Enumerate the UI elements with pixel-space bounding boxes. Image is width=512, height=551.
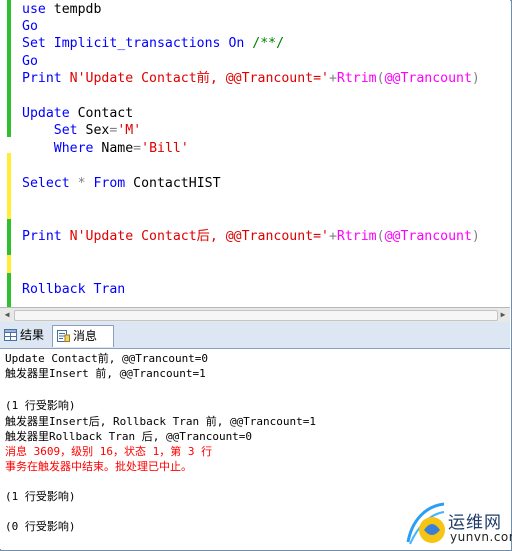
code-token: Go — [22, 54, 38, 69]
code-line[interactable]: Rollback Tran — [22, 281, 125, 298]
code-token: Rtrim — [336, 71, 377, 86]
code-token: Go — [22, 19, 38, 34]
code-token: Set — [22, 123, 86, 138]
code-token: ) — [471, 229, 480, 244]
error-message-line: 消息 3609，级别 16，状态 1，第 3 行 — [5, 445, 213, 458]
code-token: + — [328, 229, 337, 244]
saved-change-marker — [7, 273, 11, 307]
scroll-left-icon[interactable]: ◀ — [1, 310, 13, 320]
code-line[interactable]: Print N'Update Contact后, @@Trancount='+R… — [22, 228, 480, 245]
query-editor[interactable]: use tempdb Go Set Implicit_transactions On… — [0, 0, 510, 307]
code-line[interactable]: Go — [22, 53, 38, 70]
code-token: N'Update Contact前, @@Trancount=' — [69, 71, 329, 86]
code-token: Contact — [77, 106, 134, 121]
code-token: Rtrim — [336, 229, 377, 244]
message-line: Update Contact前, @@Trancount=0 — [5, 352, 209, 365]
code-token: Implicit_transactions — [53, 36, 229, 51]
code-token: /**/ — [252, 36, 285, 51]
code-token: N'Update Contact后, @@Trancount=' — [69, 229, 329, 244]
code-token: Update — [22, 106, 78, 121]
message-line: (1 行受影响) — [5, 490, 76, 503]
code-token: ) — [471, 71, 480, 86]
code-token: tempdb — [53, 2, 102, 17]
message-line: (1 行受影响) — [5, 399, 76, 412]
unsaved-change-marker — [7, 153, 11, 219]
code-token: 'M' — [117, 123, 142, 138]
code-token: + — [328, 71, 337, 86]
code-token: Print — [22, 71, 70, 86]
code-token: Sex — [85, 123, 110, 138]
code-token: Set — [22, 36, 54, 51]
code-token: = — [133, 141, 142, 156]
code-line[interactable]: Where Name='Bill' — [22, 140, 189, 157]
code-line[interactable]: use tempdb — [22, 1, 101, 18]
code-token: Rollback — [22, 282, 94, 297]
code-token: 'Bill' — [141, 141, 189, 156]
code-token: ContactHIST — [133, 176, 221, 191]
horizontal-scrollbar[interactable]: ◀ ▶ — [0, 307, 510, 322]
code-token: Tran — [93, 282, 126, 297]
code-line[interactable]: Go — [22, 18, 38, 35]
code-token: * — [77, 176, 94, 191]
result-tabs: 结果 消息 — [0, 322, 510, 349]
code-token: use — [22, 2, 54, 17]
unsaved-change-marker — [7, 255, 11, 273]
code-token: Name — [101, 141, 134, 156]
messages-icon — [57, 330, 70, 342]
scrollbar-thumb[interactable] — [14, 310, 498, 321]
code-token: ( — [376, 71, 385, 86]
code-line[interactable]: Set Sex='M' — [22, 122, 141, 139]
code-token: On — [228, 36, 253, 51]
code-token: Print — [22, 229, 70, 244]
code-token: Select — [22, 176, 78, 191]
message-line: 触发器里Insert后, Rollback Tran 前, @@Trancoun… — [5, 415, 317, 428]
watermark-url: yunvn.com — [450, 530, 512, 544]
code-token: @@Trancount — [384, 229, 472, 244]
message-line: 触发器里Rollback Tran 后, @@Trancount=0 — [5, 430, 253, 443]
tab-results-label: 结果 — [20, 328, 45, 342]
code-token: Where — [22, 141, 102, 156]
error-message-line: 事务在触发器中结束。批处理已中止。 — [5, 460, 192, 473]
results-grid-icon — [4, 329, 17, 341]
saved-change-marker — [7, 0, 11, 137]
code-line[interactable]: Set Implicit_transactions On /**/ — [22, 35, 284, 52]
code-line[interactable]: Select * From ContactHIST — [22, 175, 221, 192]
code-token: From — [93, 176, 134, 191]
code-line[interactable]: Update Contact — [22, 105, 133, 122]
code-line[interactable]: Print N'Update Contact前, @@Trancount='+R… — [22, 70, 480, 87]
tab-results[interactable]: 结果 — [0, 325, 50, 347]
tab-messages-label: 消息 — [73, 329, 98, 343]
message-line: 触发器里Insert 前, @@Trancount=1 — [5, 367, 206, 380]
message-line: (0 行受影响) — [5, 520, 76, 533]
code-token: @@Trancount — [384, 71, 472, 86]
scroll-right-icon[interactable]: ▶ — [497, 310, 509, 320]
saved-change-marker — [7, 219, 11, 255]
change-tracking-gutter — [0, 0, 12, 307]
tab-messages[interactable]: 消息 — [52, 325, 114, 347]
code-token: ( — [376, 229, 385, 244]
